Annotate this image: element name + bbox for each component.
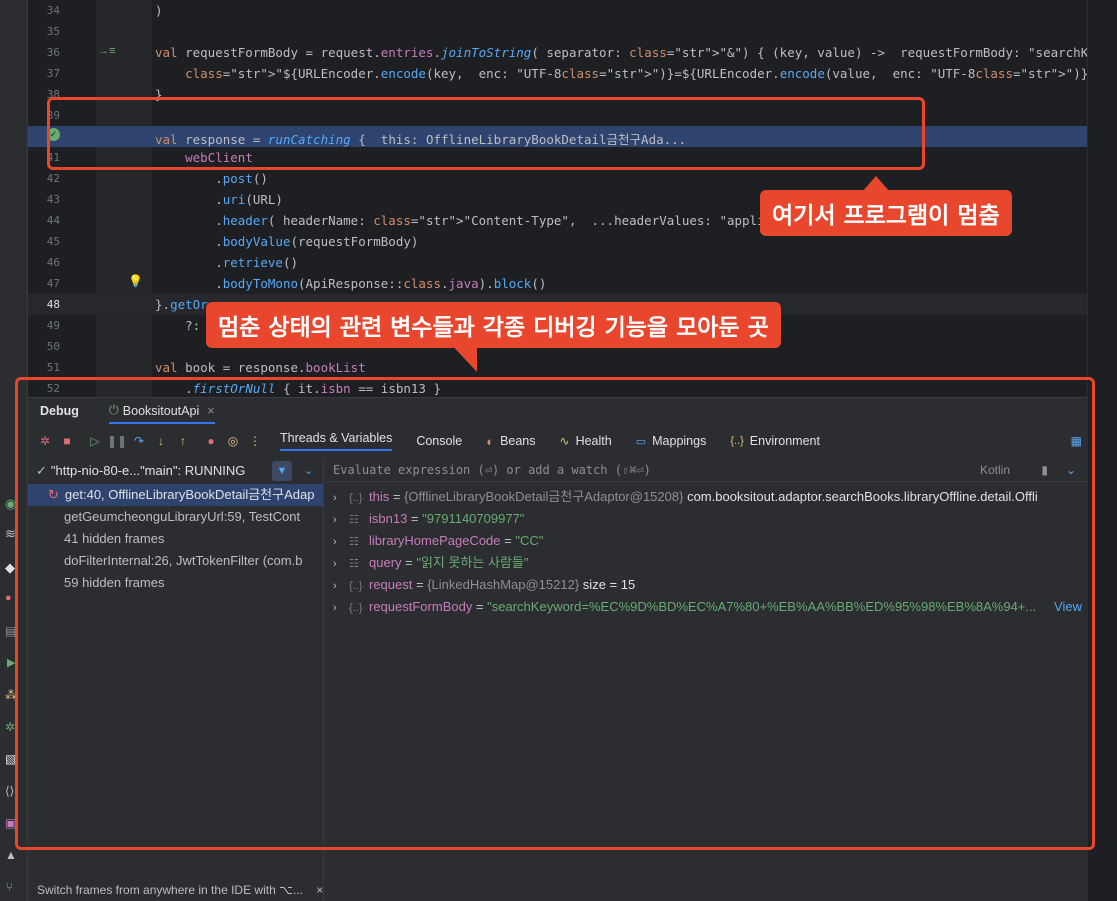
line-number: 45 xyxy=(46,235,60,248)
callout-stopped-here: 여기서 프로그램이 멈춤 xyxy=(760,190,1012,236)
debug-panel-highlight-box xyxy=(15,377,1095,850)
line-number: 44 xyxy=(46,214,60,227)
line-number: 49 xyxy=(46,319,60,332)
line-number: 42 xyxy=(46,172,60,185)
line-number: 51 xyxy=(46,361,60,374)
line-number: 50 xyxy=(46,340,60,353)
code-line[interactable]: 51 val book = response.bookList xyxy=(0,357,1087,378)
branch-icon[interactable]: ⑂ xyxy=(6,880,13,894)
code-line[interactable]: 35 xyxy=(0,21,1087,42)
line-number: 43 xyxy=(46,193,60,206)
status-hint-text: Switch frames from anywhere in the IDE w… xyxy=(37,883,303,897)
line-number: 34 xyxy=(46,4,60,17)
line-number: 46 xyxy=(46,256,60,269)
code-text: .uri(URL) xyxy=(155,192,283,207)
code-line[interactable]: 36 val requestFormBody = request.entries.… xyxy=(0,42,1117,63)
code-line[interactable]: 42 .post() xyxy=(0,168,1087,189)
code-text: .retrieve() xyxy=(155,255,299,270)
code-line[interactable]: 37 class="str">"${URLEncoder.encode(key,… xyxy=(0,63,1096,84)
code-text: ?: xyxy=(155,318,201,333)
settings-icon[interactable]: ✲ xyxy=(5,720,15,734)
code-line[interactable]: 34) xyxy=(0,0,1087,21)
editor-scrollbar[interactable] xyxy=(1087,0,1117,397)
line-number: 37 xyxy=(46,67,60,80)
lightbulb-icon[interactable]: 💡 xyxy=(128,274,143,288)
line-number: 35 xyxy=(46,25,60,38)
build-icon[interactable]: ▲ xyxy=(5,848,17,862)
code-text: }.getOr xyxy=(155,297,208,312)
code-text: .post() xyxy=(155,171,268,186)
code-text: val book = response.bookList xyxy=(155,360,366,375)
line-number: 36 xyxy=(46,46,60,59)
stopped-line-highlight-box xyxy=(47,97,925,170)
code-text: class="str">"${URLEncoder.encode(key, en… xyxy=(185,66,1096,81)
line-number: 47 xyxy=(46,277,60,290)
code-line[interactable]: 47 .bodyToMono(ApiResponse::class.java).… xyxy=(0,273,1087,294)
line-number: 48 xyxy=(46,298,60,311)
endpoints-icon[interactable]: ⟨⟩ xyxy=(5,784,14,798)
git-icon[interactable]: ◆ xyxy=(5,560,15,576)
problems-icon[interactable]: ● xyxy=(5,592,12,604)
code-line[interactable]: 46 .retrieve() xyxy=(0,252,1087,273)
close-icon[interactable]: × xyxy=(316,883,323,897)
execution-point-icon: →≡ xyxy=(98,45,116,57)
code-text: val requestFormBody = request.entries.jo… xyxy=(155,45,1117,60)
callout-debug-panel: 멈춘 상태의 관련 변수들과 각종 디버깅 기능을 모아둔 곳 xyxy=(206,302,781,348)
code-text: .bodyValue(requestFormBody) xyxy=(155,234,419,249)
code-text: ) xyxy=(155,3,163,18)
code-text: .bodyToMono(ApiResponse::class.java).blo… xyxy=(155,276,547,291)
status-hint: Switch frames from anywhere in the IDE w… xyxy=(37,883,323,897)
